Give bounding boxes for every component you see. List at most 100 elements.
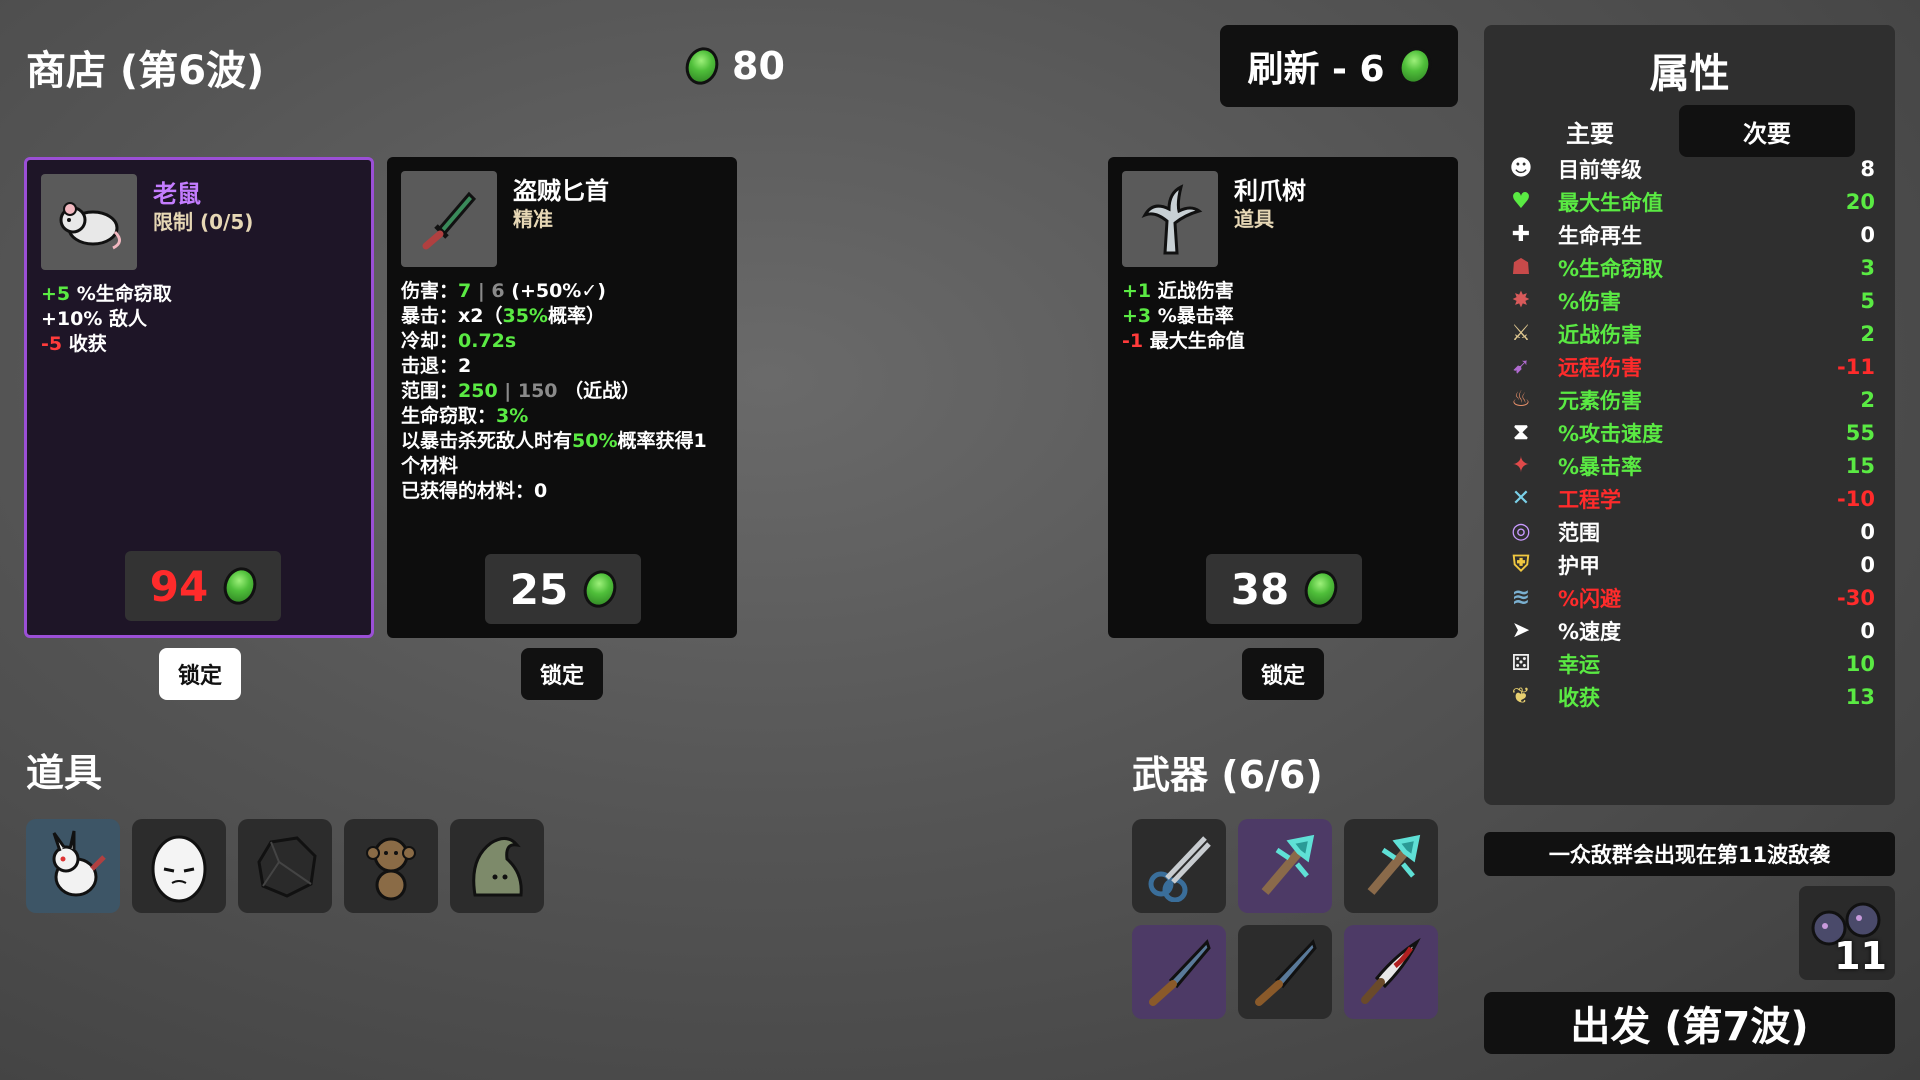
stat-label: %闪避 xyxy=(1558,586,1622,611)
card-stats: +5 %生命窃取 +10% 敌人 -5 收获 xyxy=(41,282,359,357)
lock-button-claw-tree[interactable]: 锁定 xyxy=(1242,648,1324,700)
stat-segment: -1 xyxy=(1122,330,1144,352)
range-icon: ◎ xyxy=(1511,519,1531,544)
shop-title: 商店 (第6波) xyxy=(26,48,265,94)
stat-line: 冷却：0.72s xyxy=(401,329,725,354)
items-title: 道具 xyxy=(26,751,103,795)
knife-icon xyxy=(1255,939,1317,1006)
stat-segment: | 6 xyxy=(471,280,512,302)
bloody-knife-icon xyxy=(1361,937,1421,1004)
stat-segment: +10% 敌人 xyxy=(41,308,148,330)
stat-segment: 50% xyxy=(572,430,618,452)
go-button[interactable]: 出发 (第7波) xyxy=(1484,992,1895,1054)
tab-primary[interactable]: 主要 xyxy=(1502,105,1678,157)
item-slot-rock[interactable] xyxy=(238,819,332,913)
damage-icon: ✸ xyxy=(1511,288,1531,313)
stat-segment: 250 xyxy=(458,380,498,402)
weapon-slot-3[interactable] xyxy=(1344,819,1438,913)
stat-row[interactable]: ⛨ 护甲 0 xyxy=(1504,548,1875,581)
stat-row[interactable]: ✸ %伤害 5 xyxy=(1504,284,1875,317)
price-tag: 38 xyxy=(1206,554,1362,624)
stat-row[interactable]: ☻ 目前等级 8 xyxy=(1504,152,1875,185)
item-slot-monkey[interactable] xyxy=(344,819,438,913)
stat-value: -11 xyxy=(1837,354,1875,379)
stat-value: 0 xyxy=(1860,519,1875,544)
stat-label: %攻击速度 xyxy=(1558,421,1664,446)
item-slot-rabbit[interactable] xyxy=(26,819,120,913)
stat-row[interactable]: ⚔ 近战伤害 2 xyxy=(1504,317,1875,350)
stat-segment: 近战伤害 xyxy=(1151,280,1234,302)
stat-value: 20 xyxy=(1845,189,1875,214)
stat-row[interactable]: ♥ 最大生命值 20 xyxy=(1504,185,1875,218)
reroll-button[interactable]: 刷新 - 6 xyxy=(1220,25,1458,107)
shop-card-claw-tree[interactable]: 利爪树 道具 +1 近战伤害 +3 %暴击率 -1 最大生命值 38 xyxy=(1108,157,1458,638)
stat-line: 以暴击杀死敌人时有50%概率获得1个材料 xyxy=(401,429,725,479)
stats-panel: 属性 主要 次要 ☻ 目前等级 8 ♥ 最大生命值 20 ✚ 生命再生 0 ☗ %生命窃取 3 ✸ %伤害… xyxy=(1484,25,1895,805)
stat-label: 远程伤害 xyxy=(1558,355,1642,380)
stat-segment: +3 xyxy=(1122,305,1152,327)
stat-label: %伤害 xyxy=(1558,289,1622,314)
card-name: 老鼠 xyxy=(153,180,201,208)
heart-icon: ♥ xyxy=(1511,189,1531,214)
hood-icon xyxy=(472,837,523,897)
rat-icon xyxy=(41,174,137,270)
shop-card-rat[interactable]: 老鼠 限制 (0/5) +5 %生命窃取 +10% 敌人 -5 收获 94 xyxy=(24,157,374,638)
luck-icon: ⚄ xyxy=(1511,651,1531,676)
stat-value: 55 xyxy=(1845,420,1875,445)
stat-line: 已获得的材料：0 xyxy=(401,479,725,504)
stat-value: 3 xyxy=(1860,255,1875,280)
stat-row[interactable]: ✦ %暴击率 15 xyxy=(1504,449,1875,482)
tab-secondary[interactable]: 次要 xyxy=(1679,105,1855,157)
card-name: 利爪树 xyxy=(1234,177,1306,205)
lock-button-thief-dagger[interactable]: 锁定 xyxy=(521,648,603,700)
stat-label: %速度 xyxy=(1558,619,1622,644)
egg-icon xyxy=(151,835,207,903)
stat-value: 0 xyxy=(1860,618,1875,643)
materials-count: 80 xyxy=(732,44,785,88)
lifesteal-icon: ☗ xyxy=(1511,255,1531,280)
stat-line: 伤害：7 | 6 (+50%✓) xyxy=(401,279,725,304)
lock-button-rat[interactable]: 锁定 xyxy=(159,648,241,700)
melee-icon: ⚔ xyxy=(1511,321,1531,346)
stat-line: -5 收获 xyxy=(41,332,359,357)
weapon-slot-6[interactable] xyxy=(1344,925,1438,1019)
weapon-slot-5[interactable] xyxy=(1238,925,1332,1019)
stat-row[interactable]: ♨ 元素伤害 2 xyxy=(1504,383,1875,416)
stat-row[interactable]: ≋ %闪避 -30 xyxy=(1504,581,1875,614)
stat-row[interactable]: ☗ %生命窃取 3 xyxy=(1504,251,1875,284)
stat-segment: +5 xyxy=(41,283,71,305)
stat-value: 2 xyxy=(1860,387,1875,412)
dagger-icon xyxy=(401,171,497,267)
stat-row[interactable]: ➤ %速度 0 xyxy=(1504,614,1875,647)
stat-row[interactable]: ⧗ %攻击速度 55 xyxy=(1504,416,1875,449)
shop-card-thief-dagger[interactable]: 盗贼匕首 精准 伤害：7 | 6 (+50%✓) 暴击：x2（35%概率） 冷却：0… xyxy=(387,157,737,638)
stat-segment: ✓ xyxy=(581,280,598,302)
speed-icon: ➤ xyxy=(1511,618,1531,643)
stat-row[interactable]: ⚄ 幸运 10 xyxy=(1504,647,1875,680)
harvest-icon: ❦ xyxy=(1511,684,1531,709)
stat-label: 范围 xyxy=(1558,520,1600,545)
weapon-slot-4[interactable] xyxy=(1132,925,1226,1019)
stat-label: %生命窃取 xyxy=(1558,256,1664,281)
weapon-slot-2[interactable] xyxy=(1238,819,1332,913)
weapon-slot-1[interactable] xyxy=(1132,819,1226,913)
stat-row[interactable]: ✚ 生命再生 0 xyxy=(1504,218,1875,251)
stat-segment: 0.72s xyxy=(458,330,517,352)
material-icon xyxy=(578,565,622,613)
wrench-icon xyxy=(1261,834,1315,895)
card-type: 道具 xyxy=(1234,207,1274,231)
stat-line: +5 %生命窃取 xyxy=(41,282,359,307)
stat-row[interactable]: ➹ 远程伤害 -11 xyxy=(1504,350,1875,383)
item-slot-hood[interactable] xyxy=(450,819,544,913)
stat-row[interactable]: ❦ 收获 13 xyxy=(1504,680,1875,713)
stat-row[interactable]: ✕ 工程学 -10 xyxy=(1504,482,1875,515)
stat-value: 5 xyxy=(1860,288,1875,313)
price-tag: 25 xyxy=(485,554,641,624)
stat-row[interactable]: ◎ 范围 0 xyxy=(1504,515,1875,548)
material-icon xyxy=(680,42,724,90)
stat-label: 近战伤害 xyxy=(1558,322,1642,347)
ranged-icon: ➹ xyxy=(1511,354,1531,379)
item-slot-egg[interactable] xyxy=(132,819,226,913)
stat-label: 最大生命值 xyxy=(1558,190,1663,215)
card-type: 限制 (0/5) xyxy=(153,210,254,234)
